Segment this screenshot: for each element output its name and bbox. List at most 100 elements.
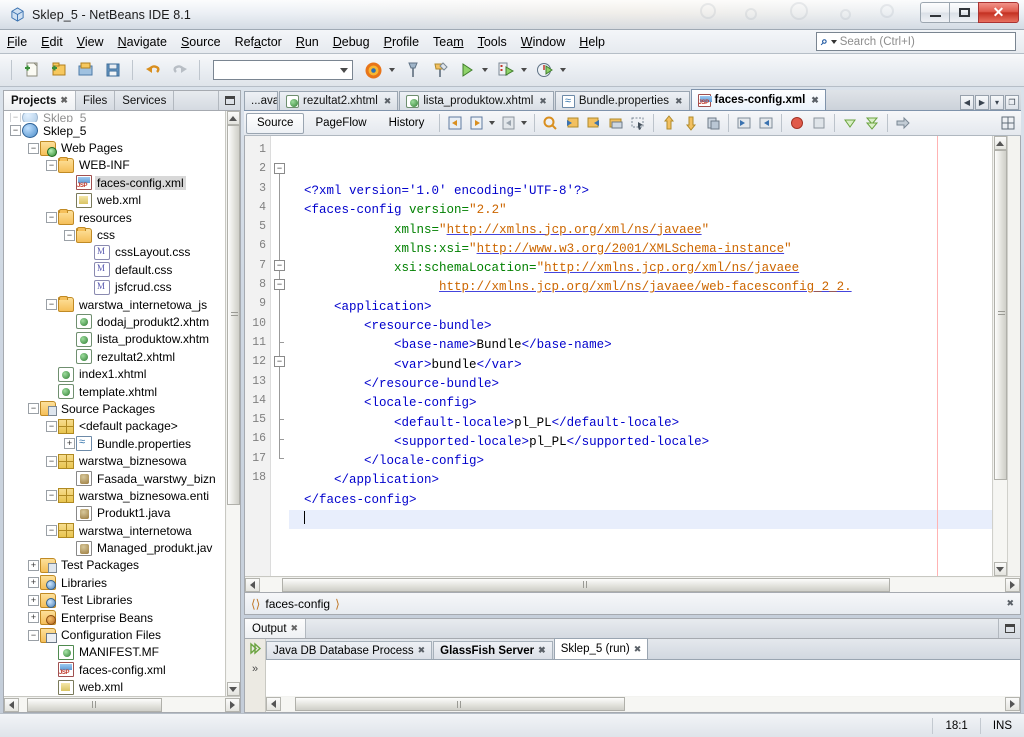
tab-files[interactable]: Files: [76, 91, 116, 110]
rectangular-selection-button[interactable]: [627, 113, 649, 134]
forward-navigation-button[interactable]: [498, 113, 520, 134]
output-horizontal-scrollbar[interactable]: [266, 696, 1020, 712]
code-line[interactable]: </resource-bundle>: [289, 375, 992, 394]
redo-button[interactable]: [167, 58, 192, 83]
next-occurrence-button[interactable]: [583, 113, 605, 134]
code-line[interactable]: xmlns:xsi="http://www.w3.org/2001/XMLSch…: [289, 240, 992, 259]
scroll-right-button[interactable]: [1005, 697, 1020, 711]
minimize-window-button[interactable]: [998, 619, 1020, 638]
code-line[interactable]: <locale-config>: [289, 394, 992, 413]
start-macro-recording-button[interactable]: [702, 113, 724, 134]
document-tab[interactable]: Bundle.properties ✖: [554, 91, 690, 110]
scroll-track[interactable]: [281, 697, 1005, 711]
last-edit-button[interactable]: [444, 113, 466, 134]
scroll-thumb[interactable]: [295, 697, 625, 711]
previous-occurrence-button[interactable]: [561, 113, 583, 134]
minimize-button[interactable]: [920, 2, 949, 23]
tab-projects[interactable]: Projects ✖: [4, 91, 76, 110]
tree-node[interactable]: + Libraries: [6, 574, 225, 591]
scroll-left-icon[interactable]: ◀: [960, 95, 974, 110]
collapse-toggle-icon[interactable]: −: [10, 125, 21, 137]
new-file-button[interactable]: [19, 58, 44, 83]
scroll-right-icon[interactable]: ▶: [975, 95, 989, 110]
chevron-down-icon[interactable]: [482, 68, 488, 72]
chevron-down-icon[interactable]: [560, 68, 566, 72]
code-line[interactable]: <default-locale>pl_PL</default-locale>: [289, 414, 992, 433]
project-configuration-combo[interactable]: [213, 60, 353, 80]
tree-node[interactable]: rezultat2.xhtml: [6, 348, 225, 365]
tree-node[interactable]: − Sklep_5: [6, 122, 225, 139]
tree-node[interactable]: + Test Packages: [6, 557, 225, 574]
menu-window[interactable]: Window: [514, 32, 572, 52]
tree-node[interactable]: Managed_produkt.jav: [6, 539, 225, 556]
tree-node[interactable]: template.xhtml: [6, 383, 225, 400]
tab-output[interactable]: Output ✖: [245, 619, 307, 638]
collapse-toggle-icon[interactable]: −: [46, 490, 57, 502]
menu-tools[interactable]: Tools: [471, 32, 514, 52]
code-horizontal-scrollbar[interactable]: [245, 576, 1020, 592]
tree-node[interactable]: web.xml: [6, 192, 225, 209]
maximize-icon[interactable]: ❐: [1005, 95, 1019, 110]
expand-toggle-icon[interactable]: +: [28, 577, 39, 589]
fold-toggle[interactable]: −: [274, 279, 285, 291]
tree-node[interactable]: index1.xhtml: [6, 365, 225, 382]
output-tab[interactable]: Sklep_5 (run) ✖: [553, 638, 649, 659]
menu-debug[interactable]: Debug: [326, 32, 377, 52]
tree-node[interactable]: lista_produktow.xhtm: [6, 331, 225, 348]
output-text-area[interactable]: [266, 660, 1020, 712]
tree-node[interactable]: + Test Libraries: [6, 592, 225, 609]
tree-node[interactable]: + Enterprise Beans: [6, 609, 225, 626]
collapse-toggle-icon[interactable]: −: [10, 113, 21, 122]
scroll-left-button[interactable]: [266, 697, 281, 711]
scroll-track[interactable]: [226, 125, 240, 682]
tree-node[interactable]: jsfcrud.css: [6, 279, 225, 296]
scroll-down-button[interactable]: [993, 562, 1007, 576]
tree-node[interactable]: − warstwa_biznesowa: [6, 452, 225, 469]
collapse-toggle-icon[interactable]: −: [28, 142, 39, 154]
close-icon[interactable]: ✖: [60, 95, 68, 106]
stop-macro-recording-button[interactable]: [786, 113, 808, 134]
chevron-down-icon[interactable]: [521, 121, 528, 125]
breadcrumb-label[interactable]: faces-config: [265, 597, 330, 611]
code-line[interactable]: </locale-config>: [289, 452, 992, 471]
menu-file[interactable]: File: [0, 32, 34, 52]
tree-node[interactable]: MANIFEST.MF: [6, 644, 225, 661]
code-line[interactable]: http://xmlns.jcp.org/xml/ns/javaee/web-f…: [289, 278, 992, 297]
scroll-thumb[interactable]: [27, 697, 162, 712]
fold-toggle[interactable]: −: [274, 356, 285, 368]
tree-node[interactable]: faces-config.xml: [6, 174, 225, 191]
menu-navigate[interactable]: Navigate: [111, 32, 174, 52]
scroll-up-button[interactable]: [993, 136, 1007, 150]
code-line[interactable]: <resource-bundle>: [289, 317, 992, 336]
menu-view[interactable]: View: [70, 32, 111, 52]
document-tab[interactable]: rezultat2.xhtml ✖: [279, 91, 399, 110]
uncomment-button[interactable]: [755, 113, 777, 134]
scroll-down-button[interactable]: [226, 682, 240, 696]
search-input[interactable]: ⌕ Search (Ctrl+I): [816, 32, 1016, 51]
expand-toggle-icon[interactable]: +: [28, 612, 39, 624]
scroll-up-button[interactable]: [226, 111, 240, 125]
collapse-toggle-icon[interactable]: −: [64, 229, 75, 241]
scroll-thumb[interactable]: [282, 577, 890, 592]
tree-node[interactable]: − Source Packages: [6, 400, 225, 417]
menu-run[interactable]: Run: [289, 32, 326, 52]
chevron-down-icon[interactable]: [489, 121, 496, 125]
code-fold-column[interactable]: − − − −: [271, 136, 289, 576]
collapse-toggle-icon[interactable]: −: [28, 629, 39, 641]
inspect-button[interactable]: [892, 113, 914, 134]
scroll-track[interactable]: [260, 577, 1005, 592]
maximize-editor-button[interactable]: [999, 113, 1021, 134]
tree-node[interactable]: − Configuration Files: [6, 626, 225, 643]
collapse-toggle-icon[interactable]: −: [46, 159, 57, 171]
code-line[interactable]: </faces-config>: [289, 491, 992, 510]
tab-history[interactable]: History: [378, 113, 436, 134]
code-editor[interactable]: 1 2 3 4 5 6 7 8 9 10 11 12 13 14 15 16 17 18 − − − − <?xml v…: [244, 136, 1021, 593]
output-tab[interactable]: Java DB Database Process ✖: [266, 641, 433, 659]
code-line[interactable]: <base-name>Bundle</base-name>: [289, 336, 992, 355]
tree-horizontal-scrollbar[interactable]: [4, 696, 240, 712]
scroll-right-button[interactable]: [1005, 577, 1020, 592]
expand-icon[interactable]: »: [252, 663, 258, 675]
output-tab[interactable]: GlassFish Server ✖: [433, 641, 553, 659]
expand-toggle-icon[interactable]: +: [28, 559, 39, 571]
tree-node[interactable]: − warstwa_internetowa_js: [6, 296, 225, 313]
